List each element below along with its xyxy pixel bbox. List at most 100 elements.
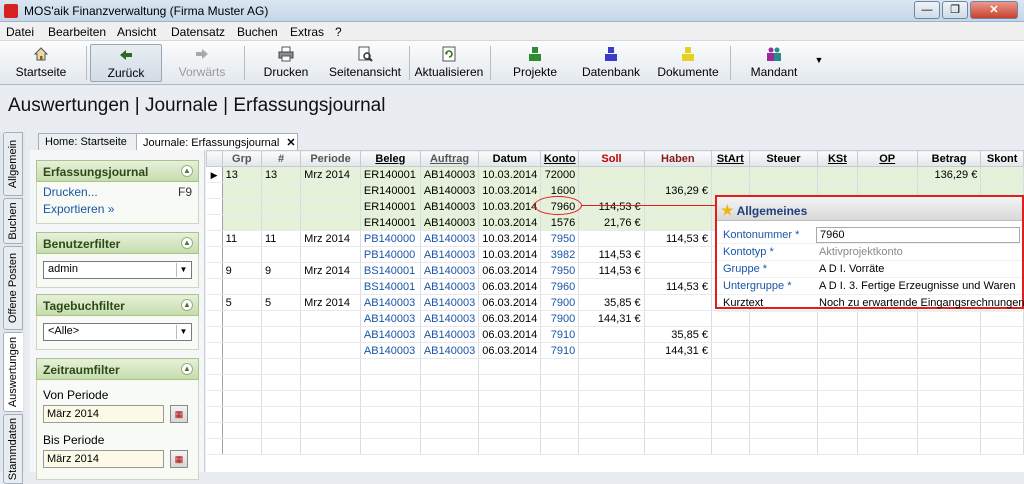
cell-auftrag[interactable]: AB140003 [420, 310, 480, 327]
cell-haben[interactable] [644, 294, 712, 311]
cell-empty[interactable] [261, 438, 302, 455]
cell-empty[interactable] [917, 438, 982, 455]
cell-betrag[interactable]: 136,29 € [917, 166, 982, 183]
cell-datum[interactable]: 06.03.2014 [478, 326, 542, 343]
cell-beleg[interactable]: ER140001 [360, 182, 421, 199]
cell-nr[interactable]: 11 [261, 230, 302, 247]
row-selector[interactable] [206, 310, 223, 327]
cell-empty[interactable] [420, 390, 480, 407]
cell-nr[interactable] [261, 342, 302, 359]
cell-empty[interactable] [261, 374, 302, 391]
cell-konto[interactable]: 7900 [540, 310, 580, 327]
cell-grp[interactable] [222, 182, 262, 199]
table-row[interactable] [206, 358, 1024, 375]
minimize-button[interactable]: — [914, 1, 940, 19]
bis-periode-input[interactable]: März 2014 [43, 450, 164, 468]
cell-empty[interactable] [817, 310, 858, 327]
cell-auftrag[interactable]: AB140003 [420, 326, 480, 343]
cell-empty[interactable] [817, 422, 858, 439]
cell-beleg[interactable]: BS140001 [360, 262, 421, 279]
cell-empty[interactable] [857, 358, 918, 375]
zurueck-button[interactable]: Zurück [90, 44, 162, 82]
table-row[interactable] [206, 422, 1024, 439]
row-selector[interactable] [206, 438, 223, 455]
cell-empty[interactable] [711, 310, 750, 327]
cell-empty[interactable] [817, 374, 858, 391]
section-header[interactable]: Tagebuchfilter ▲ [36, 294, 199, 316]
cell-empty[interactable] [420, 358, 480, 375]
cell-beleg[interactable]: ER140001 [360, 214, 421, 231]
benutzer-select[interactable]: admin ▼ [43, 261, 192, 279]
cell-haben[interactable] [644, 262, 712, 279]
cell-empty[interactable] [420, 374, 480, 391]
cell-empty[interactable] [980, 166, 1024, 183]
collapse-icon[interactable]: ▲ [181, 165, 193, 177]
col-datum[interactable]: Datum [478, 150, 542, 167]
cell-konto[interactable]: 7900 [540, 294, 580, 311]
cell-empty[interactable] [857, 374, 918, 391]
cell-empty[interactable] [980, 374, 1024, 391]
cell-empty[interactable] [300, 358, 361, 375]
von-periode-input[interactable]: März 2014 [43, 405, 164, 423]
cell-soll[interactable]: 21,76 € [578, 214, 645, 231]
cell-konto[interactable]: 7910 [540, 342, 580, 359]
table-row[interactable] [206, 374, 1024, 391]
cell-grp[interactable] [222, 342, 262, 359]
col-kst[interactable]: KSt [817, 150, 858, 167]
cell-empty[interactable] [857, 422, 918, 439]
cell-empty[interactable] [478, 422, 542, 439]
cell-grp[interactable]: 5 [222, 294, 262, 311]
col-betrag[interactable]: Betrag [916, 150, 982, 167]
row-selector[interactable] [206, 358, 223, 375]
cell-grp[interactable] [222, 214, 262, 231]
cell-grp[interactable]: 11 [222, 230, 262, 247]
cell-empty[interactable] [222, 422, 262, 439]
menu-extras[interactable]: Extras [290, 25, 324, 39]
cell-betrag[interactable] [917, 326, 982, 343]
col-beleg[interactable]: Beleg [359, 150, 421, 167]
mandant-button[interactable]: Mandant [744, 44, 804, 82]
row-selector[interactable] [206, 246, 223, 263]
projekte-button[interactable]: Projekte [508, 44, 562, 82]
cell-haben[interactable] [644, 246, 712, 263]
cell-empty[interactable] [478, 438, 542, 455]
table-row[interactable] [206, 406, 1024, 423]
cell-empty[interactable] [420, 422, 480, 439]
cell-haben[interactable] [644, 198, 712, 215]
cell-empty[interactable] [644, 390, 712, 407]
table-row[interactable] [206, 438, 1024, 455]
cell-empty[interactable] [857, 166, 918, 183]
row-selector[interactable] [206, 230, 223, 247]
cell-nr[interactable] [261, 198, 302, 215]
cell-empty[interactable] [300, 422, 361, 439]
cell-empty[interactable] [578, 358, 645, 375]
collapse-icon[interactable]: ▲ [181, 363, 193, 375]
cell-datum[interactable]: 06.03.2014 [478, 262, 542, 279]
cell-konto[interactable]: 3982 [540, 246, 580, 263]
cell-empty[interactable] [817, 166, 858, 183]
cell-empty[interactable] [749, 166, 819, 183]
cell-beleg[interactable]: ER140001 [360, 198, 421, 215]
cell-haben[interactable]: 144,31 € [644, 342, 712, 359]
cell-empty[interactable] [300, 438, 361, 455]
col-konto[interactable]: Konto [540, 150, 580, 167]
cell-empty[interactable] [578, 390, 645, 407]
tab-allgemein[interactable]: Allgemein [3, 132, 23, 196]
cell-empty[interactable] [644, 358, 712, 375]
table-row[interactable]: AB140003 AB140003 06.03.2014 7900 144,31 € [206, 310, 1024, 327]
cell-empty[interactable] [261, 358, 302, 375]
cell-datum[interactable]: 10.03.2014 [478, 166, 542, 183]
close-tab-icon[interactable]: ✕ [286, 137, 295, 149]
cell-empty[interactable] [817, 406, 858, 423]
cell-empty[interactable] [749, 438, 819, 455]
col-nr[interactable]: # [260, 150, 302, 167]
cell-empty[interactable] [857, 326, 918, 343]
cell-empty[interactable] [540, 406, 580, 423]
row-selector[interactable] [206, 294, 223, 311]
cell-nr[interactable] [261, 246, 302, 263]
cell-empty[interactable] [644, 406, 712, 423]
cell-nr[interactable] [261, 214, 302, 231]
cell-empty[interactable] [540, 374, 580, 391]
cell-empty[interactable] [360, 390, 421, 407]
section-header[interactable]: Zeitraumfilter ▲ [36, 358, 199, 380]
